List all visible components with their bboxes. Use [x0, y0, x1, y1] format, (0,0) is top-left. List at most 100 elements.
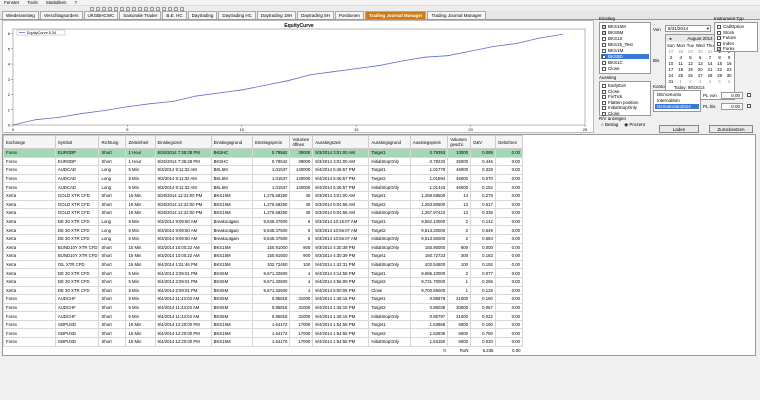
toolbar-button-icon[interactable]: [108, 6, 112, 11]
column-header[interactable]: Zeiteinheit: [125, 135, 156, 149]
instrument-item[interactable]: CallOption: [716, 24, 744, 29]
exit-item[interactable]: Flatten position: [601, 100, 639, 105]
symbol-item[interactable]: BKS5M: [601, 30, 649, 35]
tab[interactable]: Daytrading 18H: [256, 11, 297, 19]
toolbar-button-icon[interactable]: [162, 6, 166, 11]
column-header[interactable]: Einstiegspreis: [252, 135, 291, 149]
tab[interactable]: Trading Journal Manager: [364, 11, 427, 19]
symbol-item[interactable]: BKS1C: [601, 60, 649, 65]
symbol-checkbox[interactable]: [602, 54, 606, 59]
toolbar-button-icon[interactable]: [114, 6, 118, 11]
instrument-type-list[interactable]: CallOptionStockFutureIndexForex: [714, 22, 758, 52]
toolbar-button-icon[interactable]: [102, 6, 106, 11]
toolbar-button-icon[interactable]: [144, 6, 148, 11]
column-header[interactable]: Einstiegsgrund: [210, 135, 254, 149]
account-list[interactable]: DEmoKonto InternalSim DemoKonto2014: [653, 90, 701, 112]
tab[interactable]: Daytrading HC: [218, 11, 256, 19]
table-row[interactable]: Xetra DE 30 XTR CFD Long 5 Min 9/3/2014 9:09…: [3, 216, 524, 227]
symbol-checkbox[interactable]: [602, 37, 606, 41]
column-header[interactable]: Gebühren: [494, 135, 524, 149]
table-row[interactable]: Forex GBPUSD Short 15 Min 9/4/2014 12:20:00 …: [3, 337, 524, 347]
exit-checkbox[interactable]: [602, 106, 606, 110]
table-row[interactable]: Xetra DE 30 XTR CFD Long 5 Min 9/3/2014 9:09…: [3, 233, 524, 244]
symbol-item[interactable]: BKS1S: [601, 36, 649, 41]
symbol-item[interactable]: BKS5D: [601, 54, 649, 59]
instrument-checkbox[interactable]: [717, 25, 721, 29]
table-row[interactable]: Xetra BUND10Y XTR CFD Short 15 Min 9/3/2014 …: [3, 242, 524, 253]
column-header[interactable]: Richtung: [98, 135, 127, 149]
table-row[interactable]: Xetra OIL XTR CFD Short 15 Min 9/4/2014 1:01…: [3, 259, 524, 270]
toolbar-button-icon[interactable]: [96, 6, 100, 11]
table-row[interactable]: Xetra GOLD XTR CFD Short 15 Min 8/29/2014 12…: [3, 208, 524, 218]
table-row[interactable]: Forex EURGBP Short 1 Hour 8/26/2014 7:35:28 …: [3, 156, 524, 167]
toolbar-button-icon[interactable]: [150, 6, 154, 11]
tab[interactable]: Wiederanstieg: [2, 11, 39, 19]
column-header[interactable]: Volumen geschl.: [447, 135, 472, 149]
menu-item[interactable]: Statistiken: [46, 0, 67, 5]
table-row[interactable]: Forex EURGBP Short 1 Hour 8/26/2014 7:35:28 …: [3, 148, 524, 158]
calendar-day[interactable]: 4: [705, 78, 715, 84]
table-row[interactable]: Forex AUDCHF Short 5 Min 9/4/2014 11:43:03 A…: [3, 302, 524, 313]
table-row[interactable]: Xetra DE 30 XTR CFD Short 5 Min 9/4/2014 2:0…: [3, 285, 524, 296]
toolbar-button-icon[interactable]: [180, 6, 184, 11]
table-row[interactable]: Forex AUDCAD Long 5 Min 9/3/2014 9:11:32 AM B…: [3, 165, 524, 175]
exit-checkbox[interactable]: [602, 95, 606, 99]
instrument-item[interactable]: Forex: [716, 46, 735, 52]
calendar-prev-icon[interactable]: ◂: [669, 35, 671, 42]
exit-item[interactable]: FixTick: [601, 94, 622, 99]
exit-item[interactable]: EarlyExit: [601, 83, 626, 88]
tab[interactable]: Verschlagsorders: [39, 11, 83, 19]
table-row[interactable]: Forex GBPUSD Short 15 Min 9/4/2014 12:20:00 …: [3, 319, 524, 330]
toolbar-button-icon[interactable]: [120, 6, 124, 11]
instrument-checkbox[interactable]: [717, 41, 721, 46]
exit-checkbox[interactable]: [602, 111, 606, 116]
instrument-item[interactable]: Future: [716, 35, 736, 41]
instrument-checkbox[interactable]: [717, 30, 721, 35]
exit-checkbox[interactable]: [602, 84, 606, 88]
column-header[interactable]: Ausstiegspreis: [409, 135, 449, 149]
column-header[interactable]: Volumen öffnen: [289, 135, 314, 149]
symbol-checkbox[interactable]: [602, 49, 606, 53]
instrument-item[interactable]: Stock: [716, 30, 734, 35]
table-row[interactable]: Forex AUDCHF Short 5 Min 9/4/2014 11:43:03 A…: [3, 311, 524, 321]
tab[interactable]: Trading Journal Manager: [427, 11, 486, 19]
calendar-day[interactable]: 1: [676, 78, 686, 84]
toolbar-button-icon[interactable]: [138, 6, 142, 11]
symbol-item[interactable]: BKS15_Test: [601, 42, 649, 47]
menu-item[interactable]: ?: [75, 0, 78, 5]
tab[interactable]: Daytrading: [187, 11, 218, 19]
exit-checkbox[interactable]: [602, 100, 606, 105]
calendar-day[interactable]: 2: [686, 78, 696, 84]
exit-checkbox[interactable]: [602, 89, 606, 94]
reset-button[interactable]: Zurücksetzen: [709, 125, 753, 133]
toolbar-button-icon[interactable]: [156, 6, 160, 11]
account-item[interactable]: DEmoKonto: [655, 92, 699, 97]
rv-radio[interactable]: ◉ Prozent: [624, 122, 645, 129]
toolbar-button-icon[interactable]: [168, 6, 172, 11]
instrument-checkbox[interactable]: [717, 36, 721, 41]
entry-symbol-list[interactable]: BKS15MBKS5MBKS1SBKS15_TestBKS1MBKS5DBKS1…: [599, 22, 651, 74]
toolbar-button-icon[interactable]: [126, 6, 130, 11]
pl-bis-checkbox[interactable]: [747, 104, 751, 108]
pl-von-checkbox[interactable]: [747, 93, 751, 97]
load-button[interactable]: Laden: [659, 125, 699, 133]
calendar-day[interactable]: 3: [695, 78, 705, 84]
exit-reason-list[interactable]: EarlyExit Close FixTick Flatten position Ini…: [599, 81, 651, 116]
table-row[interactable]: Xetra GOLD XTR CFD Short 15 Min 8/29/2014 12…: [3, 199, 524, 210]
tab[interactable]: B.E. HC: [162, 11, 187, 19]
symbol-checkbox[interactable]: [602, 43, 606, 47]
instrument-checkbox[interactable]: [717, 46, 721, 52]
symbol-item[interactable]: BKS1M: [601, 48, 649, 53]
exit-item[interactable]: Close: [601, 111, 620, 116]
instrument-item[interactable]: Index: [716, 41, 734, 46]
exit-item[interactable]: Close: [601, 89, 620, 94]
tab[interactable]: Saisonale Trader: [119, 11, 162, 19]
symbol-checkbox[interactable]: [602, 67, 606, 71]
table-row[interactable]: Forex AUDCAD Long 5 Min 9/3/2014 9:11:32 AM B…: [3, 182, 524, 192]
account-item[interactable]: InternalSim: [655, 98, 699, 103]
table-row[interactable]: Xetra DE 30 XTR CFD Short 5 Min 9/4/2014 2:0…: [3, 268, 524, 278]
table-row[interactable]: Forex AUDCHF Short 5 Min 9/4/2014 11:43:03 A…: [3, 294, 524, 304]
symbol-item[interactable]: BKS15M: [601, 24, 649, 29]
toolbar-button-icon[interactable]: [132, 6, 136, 11]
column-header[interactable]: Ausstiegszeit: [312, 135, 370, 149]
